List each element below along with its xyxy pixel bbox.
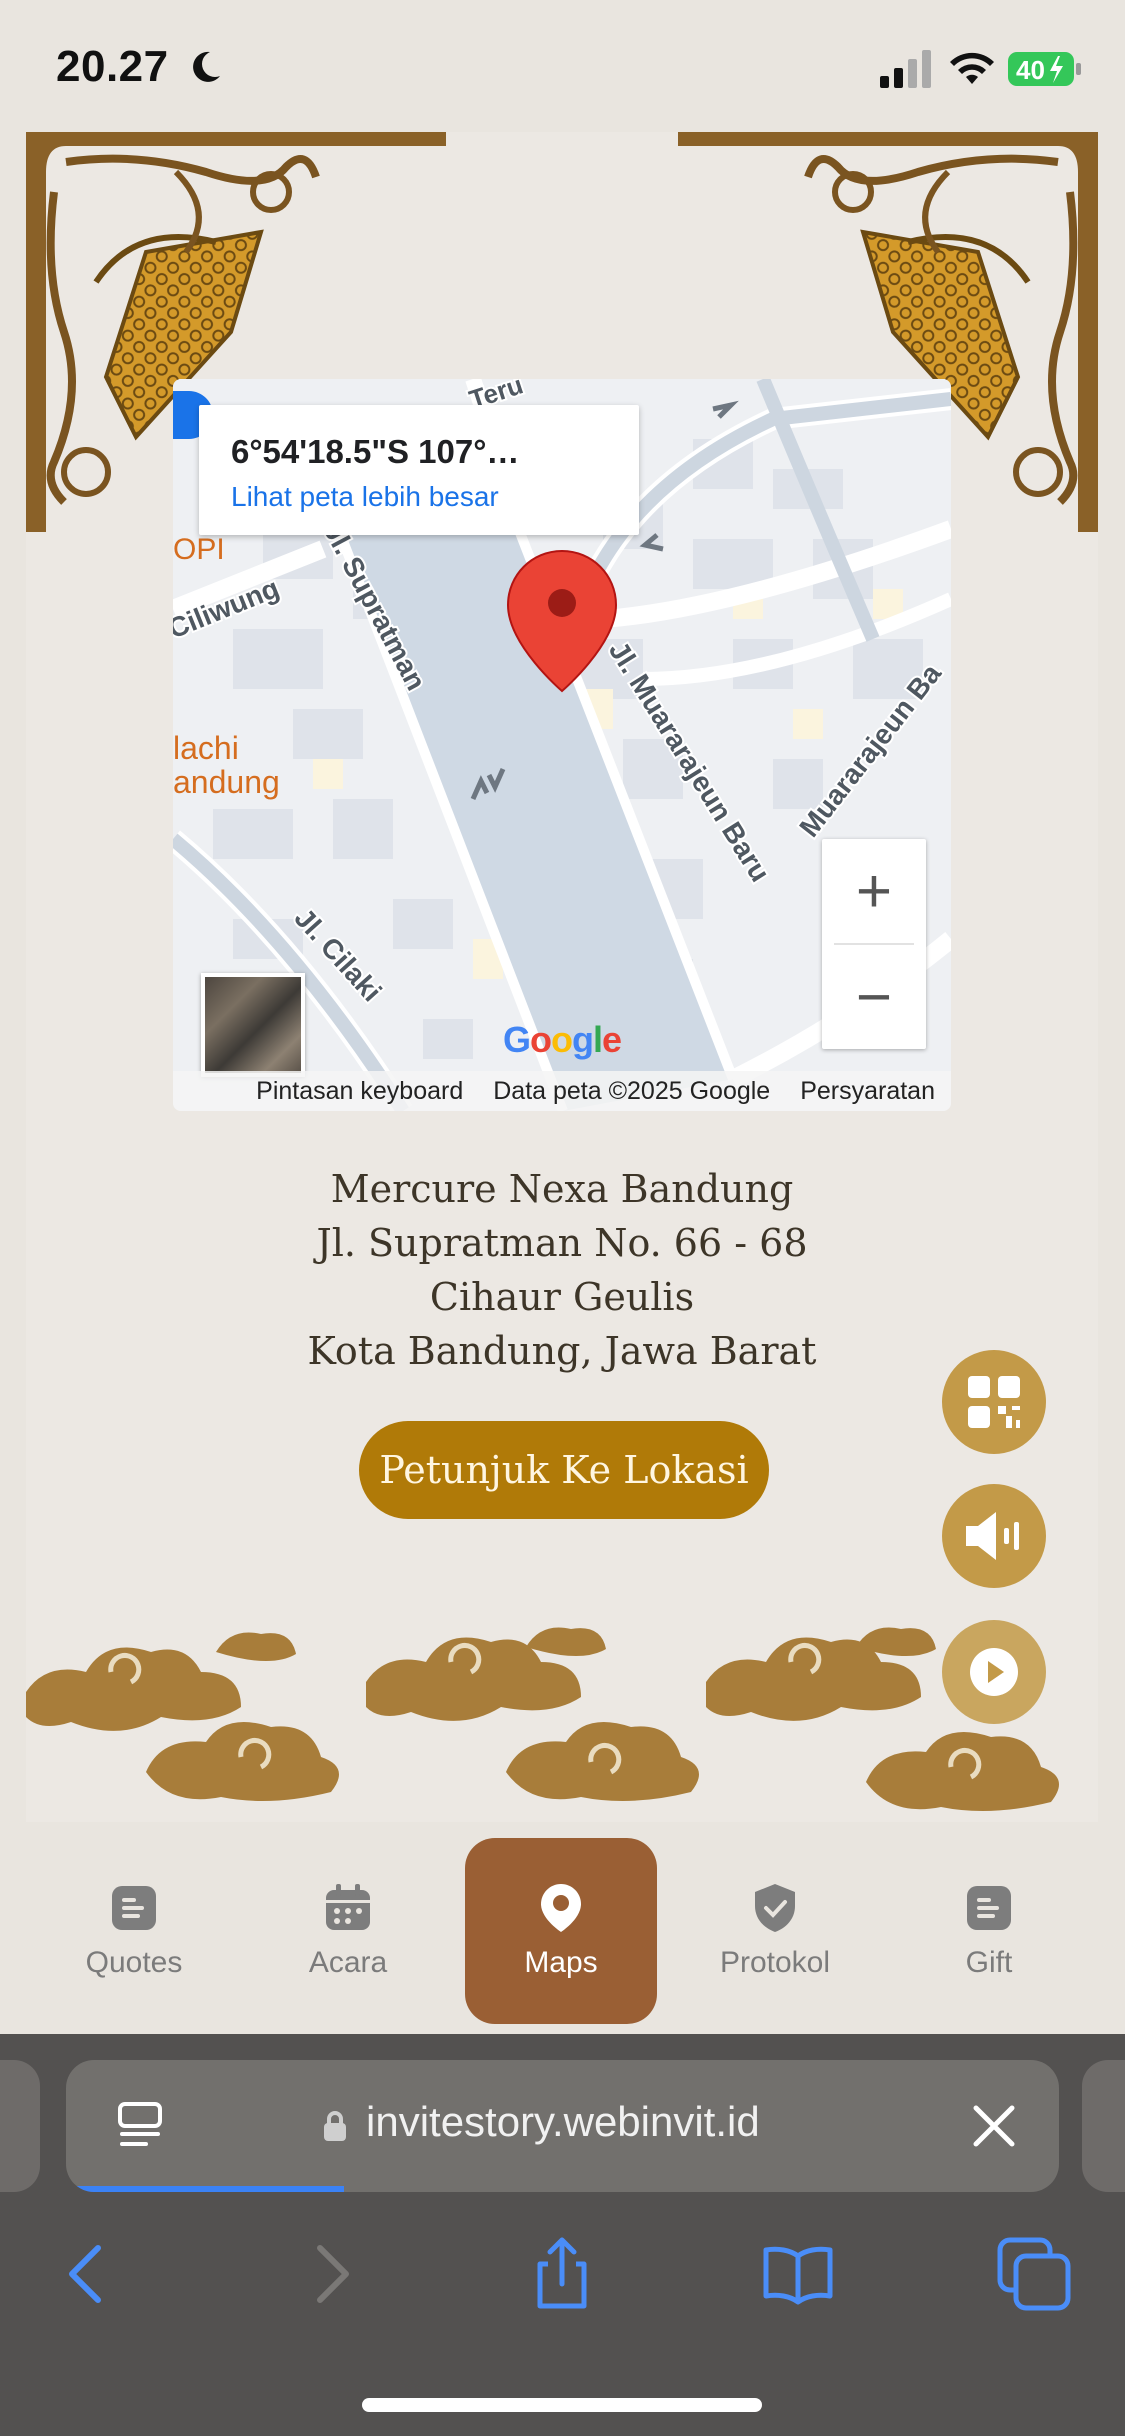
nav-label: Maps — [524, 1946, 598, 1979]
clock-time: 20.27 — [56, 42, 169, 91]
map-pin-icon — [541, 1884, 581, 1932]
nav-label: Acara — [308, 1946, 388, 1979]
venue-city: Kota Bandung, Jawa Barat — [307, 1329, 817, 1373]
google-map-embed[interactable]: Jl. Supratman Jl. Muararajeun Baru Muara… — [173, 379, 951, 1111]
wifi-icon — [950, 52, 994, 84]
page-load-progress — [66, 2186, 345, 2192]
zoom-in-button[interactable]: + — [822, 839, 926, 943]
nav-item-quotes[interactable]: Quotes — [38, 1838, 230, 2024]
nav-label: Gift — [965, 1946, 1013, 1979]
home-indicator — [362, 2398, 762, 2412]
lock-icon — [324, 2111, 346, 2141]
poi-label: lachi — [173, 730, 239, 766]
autoscroll-play-button[interactable] — [942, 1620, 1046, 1724]
map-coordinates: 6°54'18.5"S 107°… — [231, 433, 520, 470]
back-arrow-icon[interactable] — [48, 2234, 128, 2314]
mega-mendung-cloud-ornament — [26, 1627, 1059, 1811]
previous-tab-preview[interactable] — [0, 2060, 40, 2192]
invitation-card: Jl. Supratman Jl. Muararajeun Baru Muara… — [26, 132, 1098, 1822]
page-menu-icon[interactable] — [116, 2100, 164, 2154]
share-icon[interactable] — [522, 2234, 602, 2314]
cellular-signal-icon — [880, 50, 931, 88]
qr-code-button[interactable] — [942, 1350, 1046, 1454]
battery-icon: 40 — [1008, 52, 1081, 86]
map-attribution-bar: Pintasan keyboard Data peta ©2025 Google… — [173, 1071, 951, 1111]
document-icon — [967, 1886, 1011, 1930]
music-toggle-button[interactable] — [942, 1484, 1046, 1588]
map-zoom-control: + − — [822, 839, 926, 1049]
shield-check-icon — [755, 1884, 795, 1932]
close-icon[interactable] — [966, 2098, 1022, 2154]
nav-item-gift[interactable]: Gift — [893, 1838, 1085, 2024]
status-bar: 20.27 40 — [0, 0, 1125, 132]
terms-link[interactable]: Persyaratan — [800, 1077, 935, 1106]
tabs-icon[interactable] — [994, 2234, 1074, 2314]
venue-name: Mercure Nexa Bandung — [330, 1167, 794, 1211]
nav-item-maps[interactable]: Maps — [465, 1838, 657, 2024]
nav-label: Protokol — [719, 1946, 831, 1979]
satellite-toggle-thumbnail[interactable] — [201, 973, 305, 1077]
browser-toolbar: invitestory.webinvit.id — [0, 2034, 1125, 2436]
speaker-icon — [966, 1512, 1019, 1560]
poi-label: OPI — [173, 533, 225, 566]
venue-address: Mercure Nexa Bandung Jl. Supratman No. 6… — [26, 1162, 1098, 1378]
nav-label: Quotes — [85, 1946, 183, 1979]
view-larger-map-link[interactable]: Lihat peta lebih besar — [231, 481, 607, 513]
zoom-out-button[interactable]: − — [822, 945, 926, 1049]
calendar-icon — [326, 1884, 370, 1930]
venue-area: Cihaur Geulis — [429, 1275, 695, 1319]
battery-level: 40 — [1016, 55, 1045, 85]
next-tab-preview[interactable] — [1082, 2060, 1125, 2192]
directions-button[interactable]: Petunjuk Ke Lokasi — [359, 1421, 769, 1519]
map-data-attribution[interactable]: Data peta ©2025 Google — [493, 1077, 770, 1106]
google-logo: Google — [503, 1019, 622, 1060]
map-info-card: 6°54'18.5"S 107°… Lihat peta lebih besar — [199, 405, 639, 535]
poi-label: andung — [173, 764, 280, 800]
qr-code-icon — [968, 1376, 1020, 1428]
keyboard-shortcuts-link[interactable]: Pintasan keyboard — [256, 1077, 463, 1106]
address-bar[interactable]: invitestory.webinvit.id — [66, 2060, 1059, 2192]
play-icon — [970, 1648, 1018, 1696]
url-text: invitestory.webinvit.id — [366, 2098, 760, 2145]
bookmarks-icon[interactable] — [758, 2234, 838, 2314]
nav-item-acara[interactable]: Acara — [252, 1838, 444, 2024]
document-icon — [112, 1886, 156, 1930]
moon-icon — [193, 51, 220, 82]
section-navigation: Quotes Acara Maps Protokol Gift — [0, 1822, 1125, 2034]
venue-street: Jl. Supratman No. 66 - 68 — [316, 1221, 808, 1265]
forward-arrow-icon[interactable] — [290, 2234, 370, 2314]
nav-item-protokol[interactable]: Protokol — [679, 1838, 871, 2024]
